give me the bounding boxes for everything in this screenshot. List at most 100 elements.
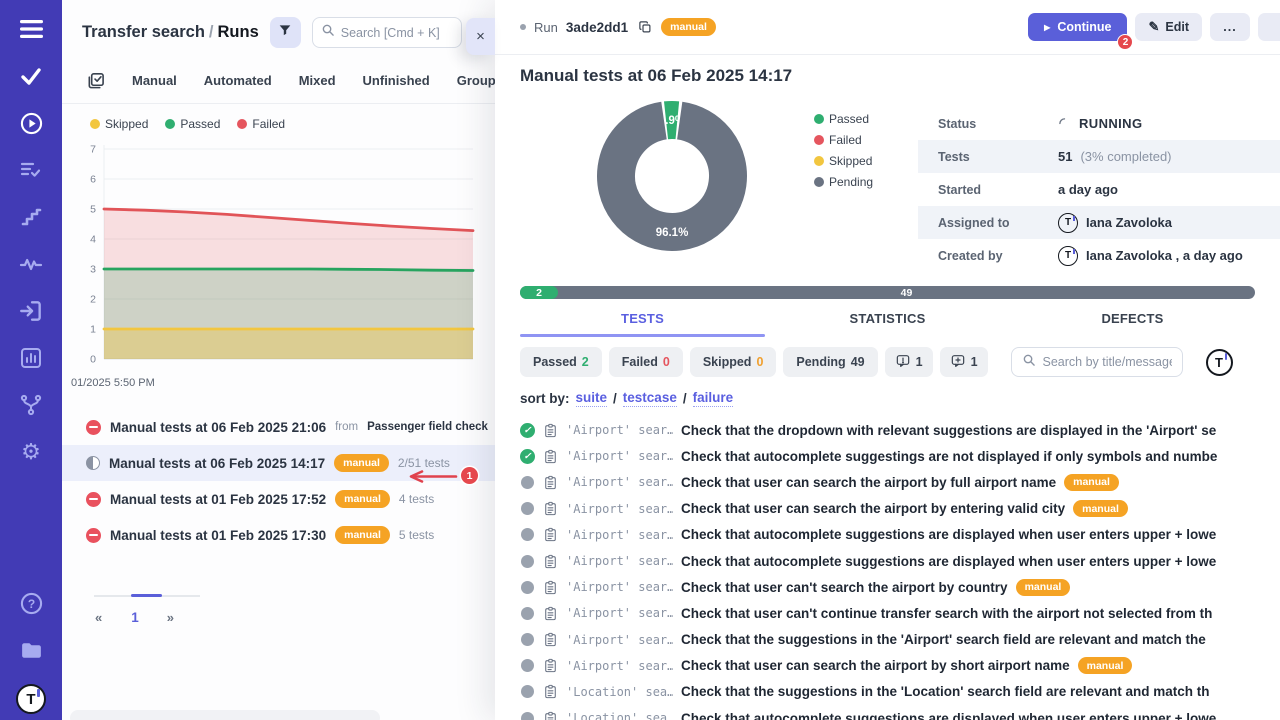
annotation-arrow (406, 469, 458, 489)
runs-tab[interactable]: Unfinished (363, 73, 430, 88)
menu-icon[interactable] (18, 16, 44, 42)
test-list-item[interactable]: 'Airport' sear… Check that user can't co… (520, 600, 1280, 626)
comments-count: 1 (916, 355, 923, 369)
test-list-item[interactable]: 'Location' sea… Check that autocomplete … (520, 705, 1280, 720)
test-title: Check that autocomplete suggestions are … (681, 711, 1216, 720)
play-circle-icon[interactable] (18, 110, 44, 136)
test-list-item[interactable]: 'Airport' sear… Check that autocomplete … (520, 443, 1280, 469)
gear-icon[interactable]: ⚙ (18, 439, 44, 465)
comment-plus-icon (950, 353, 966, 372)
testcase-icon (543, 580, 558, 595)
details-row: Assigned to T Iana Zavoloka (918, 206, 1280, 239)
run-status-icon (86, 420, 101, 435)
runs-tab[interactable]: Groups (457, 73, 495, 88)
test-suite-name: 'Airport' sear… (566, 606, 673, 620)
svg-text:2: 2 (90, 294, 96, 306)
bar-chart-icon[interactable] (18, 345, 44, 371)
horizontal-scrollbar[interactable] (70, 710, 380, 720)
details-value: T Iana Zavoloka , a day ago (1058, 246, 1243, 266)
runs-search-box[interactable] (312, 17, 462, 48)
drawer-tab[interactable]: DEFECTS (1010, 311, 1255, 326)
status-filter-chip[interactable]: Failed 0 (609, 347, 683, 377)
runs-tab[interactable]: Mixed (299, 73, 336, 88)
continue-button[interactable]: ▶ Continue 2 (1028, 13, 1127, 41)
drawer-tab[interactable]: STATISTICS (765, 311, 1010, 326)
test-status-icon (521, 607, 534, 620)
check-icon[interactable] (18, 63, 44, 89)
more-actions-button[interactable]: ... (1210, 13, 1250, 41)
test-suite-name: 'Airport' sear… (566, 475, 673, 489)
details-value-text: Iana Zavoloka (1086, 215, 1172, 230)
test-list-item[interactable]: 'Airport' sear… Check that user can't se… (520, 574, 1280, 600)
run-title-heading: Manual tests at 06 Feb 2025 14:17 (520, 66, 1280, 86)
test-list-item[interactable]: 'Airport' sear… Check that autocomplete … (520, 548, 1280, 574)
sort-by-testcase[interactable]: testcase (623, 390, 677, 407)
status-filter-chip[interactable]: Pending 49 (783, 347, 877, 377)
legend-label: Skipped (105, 117, 148, 131)
sign-in-icon[interactable] (18, 298, 44, 324)
select-all-icon[interactable] (86, 71, 105, 90)
status-filter-chip[interactable]: Skipped 0 (690, 347, 777, 377)
details-row: Status RUNNING (918, 107, 1280, 140)
tests-search-input[interactable] (1043, 355, 1172, 369)
active-tab-underline (520, 334, 765, 337)
run-list-item[interactable]: Manual tests at 01 Feb 2025 17:30 manual… (62, 517, 495, 553)
details-label: Tests (938, 150, 1058, 164)
runs-filter-tabs: Manual Automated Mixed Unfinished Groups (62, 61, 495, 104)
test-list-item[interactable]: 'Airport' sear… Check that autocomplete … (520, 522, 1280, 548)
pagination-prev[interactable]: « (95, 610, 102, 625)
play-icon: ▶ (1044, 23, 1050, 32)
sort-by-suite[interactable]: suite (576, 390, 608, 407)
list-check-icon[interactable] (18, 157, 44, 183)
tests-search-box[interactable] (1011, 347, 1183, 377)
copy-icon[interactable] (638, 20, 653, 35)
chip-label: Failed (622, 355, 658, 369)
steps-icon[interactable] (18, 204, 44, 230)
user-avatar: T (1058, 213, 1078, 233)
runs-tab[interactable]: Automated (204, 73, 272, 88)
results-donut-chart: 3.9%96.1% (592, 96, 752, 256)
folder-icon[interactable] (18, 637, 44, 663)
status-filter-chip[interactable]: Passed 2 (520, 347, 602, 377)
clipped-button[interactable] (1258, 13, 1280, 41)
user-avatar-logo[interactable]: T (16, 684, 46, 714)
drawer-tab[interactable]: TESTS (520, 311, 765, 326)
run-from-label: from (335, 421, 358, 433)
details-label: Assigned to (938, 216, 1058, 230)
close-drawer-button[interactable]: × (466, 18, 495, 55)
run-type-badge: manual (661, 18, 716, 35)
help-circle-icon[interactable]: ? (18, 590, 44, 616)
sort-separator: / (613, 391, 617, 406)
pulse-icon[interactable] (18, 251, 44, 277)
test-title: Check that user can't search the airport… (681, 580, 1008, 595)
filter-button[interactable] (270, 17, 301, 48)
pagination-page-1[interactable]: 1 (131, 610, 139, 625)
test-list-item[interactable]: 'Airport' sear… Check that the dropdown … (520, 417, 1280, 443)
details-label: Status (938, 117, 1058, 131)
test-list-item[interactable]: 'Airport' sear… Check that the suggestio… (520, 627, 1280, 653)
app-sidebar: ⚙ ? T (0, 0, 62, 720)
runs-tab[interactable]: Manual (132, 73, 177, 88)
test-list-item[interactable]: 'Airport' sear… Check that user can sear… (520, 496, 1280, 522)
run-list-item[interactable]: Manual tests at 06 Feb 2025 21:06 from P… (62, 409, 495, 445)
run-id: 3ade2dd1 (566, 20, 628, 35)
sort-separator: / (683, 391, 687, 406)
breadcrumb-parent[interactable]: Transfer search (82, 23, 205, 41)
test-list-item[interactable]: 'Location' sea… Check that the suggestio… (520, 679, 1280, 705)
sort-by-failure[interactable]: failure (693, 390, 734, 407)
edit-button[interactable]: ✎ Edit (1135, 13, 1202, 41)
test-list-item[interactable]: 'Airport' sear… Check that user can sear… (520, 653, 1280, 679)
assignee-avatar[interactable]: T (1206, 349, 1233, 376)
comments-filter-chip[interactable]: 1 (885, 347, 933, 377)
chip-label: Pending (796, 355, 845, 369)
test-list-item[interactable]: 'Airport' sear… Check that user can sear… (520, 469, 1280, 495)
legend-item: Failed (237, 117, 285, 131)
pagination-next[interactable]: » (167, 610, 174, 625)
test-suite-name: 'Airport' sear… (566, 554, 673, 568)
branch-icon[interactable] (18, 392, 44, 418)
details-value-text: a day ago (1058, 182, 1118, 197)
testcase-icon (543, 658, 558, 673)
test-status-icon (521, 476, 534, 489)
runs-search-input[interactable] (341, 26, 453, 40)
attachments-filter-chip[interactable]: 1 (940, 347, 988, 377)
